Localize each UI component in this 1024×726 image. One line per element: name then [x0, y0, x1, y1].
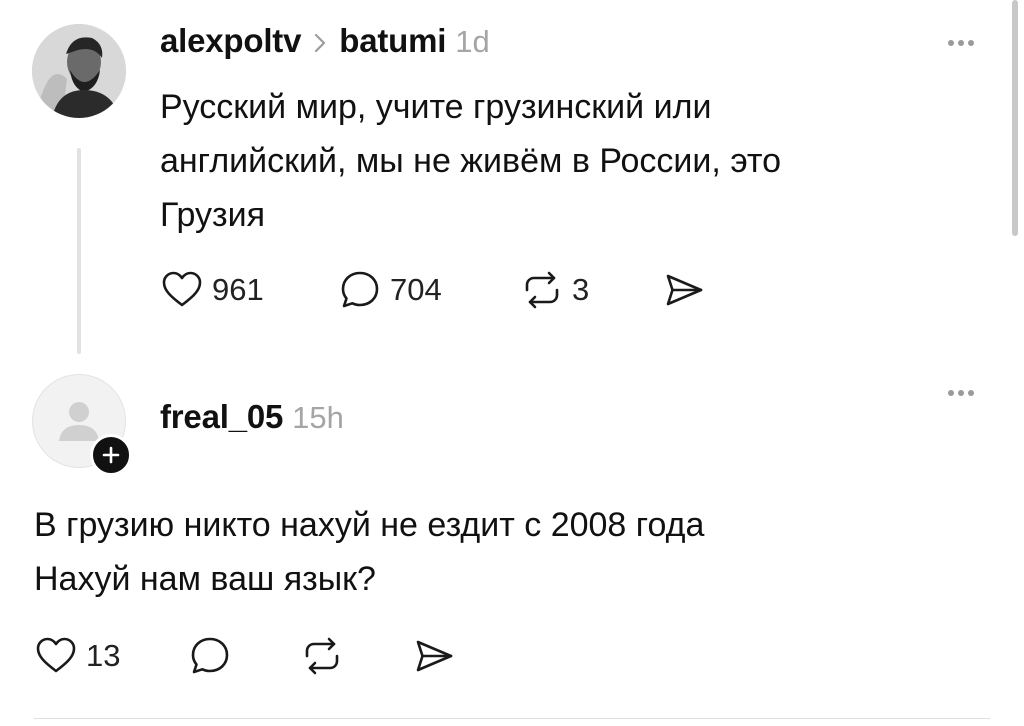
send-icon [416, 640, 453, 672]
avatar[interactable] [32, 24, 126, 118]
post-text-line: Русский мир, учите грузинский или [160, 88, 712, 126]
more-options-button[interactable] [948, 40, 974, 46]
post-text-line: Грузия [160, 196, 266, 234]
reply-button[interactable]: 704 [338, 268, 442, 312]
timestamp: 1d [455, 24, 490, 59]
avatar-photo [32, 24, 126, 118]
reply-count: 704 [390, 272, 442, 307]
comment-bubble-icon [191, 637, 229, 674]
thread-line [77, 148, 81, 354]
repost-icon [305, 637, 339, 675]
more-horizontal-icon [948, 390, 954, 396]
scrollbar[interactable] [1012, 0, 1018, 236]
post-text-line: В грузию никто нахуй не ездит с 2008 год… [34, 506, 705, 544]
comment-bubble-icon [341, 271, 379, 308]
send-icon [666, 274, 703, 306]
share-button[interactable] [662, 268, 706, 312]
community-name[interactable]: batumi [339, 22, 446, 60]
more-horizontal-icon [948, 40, 954, 46]
username[interactable]: freal_05 [160, 398, 283, 436]
repost-count: 3 [572, 272, 590, 307]
chevron-right-icon [313, 32, 327, 59]
post-header: alexpoltv batumi 1d [160, 22, 490, 60]
repost-button[interactable] [300, 634, 344, 678]
post-text: В грузию никто нахуй не ездит с 2008 год… [34, 498, 934, 606]
plus-icon [102, 446, 120, 464]
follow-button[interactable] [90, 434, 132, 476]
username[interactable]: alexpoltv [160, 22, 301, 60]
like-count: 13 [86, 638, 121, 673]
heart-icon [162, 271, 202, 307]
heart-icon [36, 637, 76, 673]
like-button[interactable]: 13 [34, 634, 120, 678]
divider [34, 718, 990, 719]
post-text-line: английский, мы не живём в России, это [160, 142, 782, 180]
reply-button[interactable] [188, 634, 232, 678]
like-button[interactable]: 961 [160, 268, 264, 312]
share-button[interactable] [412, 634, 456, 678]
more-options-button[interactable] [948, 390, 974, 396]
post-header: freal_05 15h [160, 398, 344, 436]
post-text-line: Нахуй нам ваш язык? [34, 560, 376, 598]
timestamp: 15h [292, 400, 344, 435]
like-count: 961 [212, 272, 264, 307]
repost-button[interactable]: 3 [520, 268, 589, 312]
repost-icon [525, 271, 559, 309]
post-text: Русский мир, учите грузинский или англий… [160, 80, 980, 242]
